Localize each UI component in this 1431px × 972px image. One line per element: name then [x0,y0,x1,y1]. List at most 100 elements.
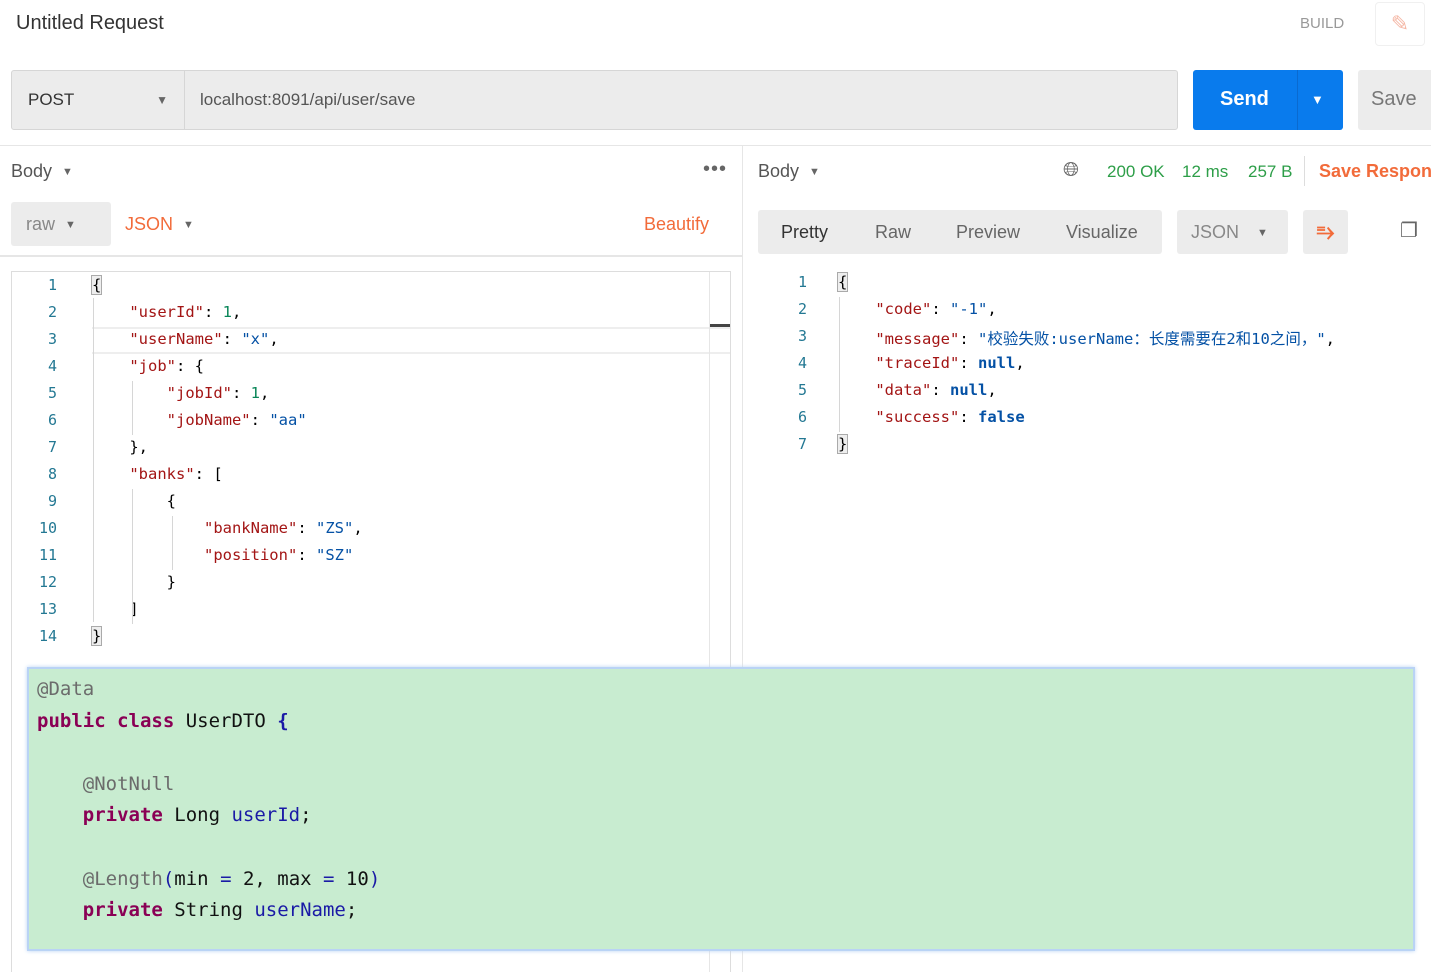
code-line: { [836,272,849,292]
code-token: "aa" [269,411,307,429]
more-options-icon[interactable]: ••• [703,158,727,181]
line-number: 4 [47,357,57,375]
build-mode-label[interactable]: BUILD [1300,15,1344,32]
code-token: , [353,519,363,537]
code-token: : [297,546,316,564]
globe-icon[interactable]: 🌐︎ [1063,159,1079,182]
code-token: "ZS" [315,519,354,537]
code-token: false [978,408,1025,426]
url-bar: POST ▼ localhost:8091/api/user/save [11,70,1178,130]
method-select[interactable]: POST ▼ [12,71,185,129]
code-token: @Data [37,678,95,700]
wrap-lines-icon[interactable]: ⥱ [1303,210,1348,254]
code-line: "code": "-1", [838,300,996,318]
code-line: private String userName; [37,899,358,922]
code-token: public [37,709,106,732]
beautify-button[interactable]: Beautify [644,214,709,235]
code-token: , [1325,330,1335,348]
send-options-chevron-icon[interactable]: ▼ [1311,92,1324,107]
code-token: class [117,709,175,732]
code-line: "jobId": 1, [92,384,270,402]
divider [1304,156,1305,186]
code-line: "success": false [838,408,1025,426]
code-token: "jobName" [166,411,251,429]
code-token: "bankName" [203,519,298,537]
java-code-overlay: @Data public class UserDTO { @NotNull pri… [27,667,1415,951]
code-token: }, [129,438,148,456]
response-view-tabs: Pretty Raw Preview Visualize [758,210,1162,254]
code-token: , [269,330,279,348]
code-line: }, [92,438,148,456]
code-token: ) [368,867,381,890]
status-code[interactable]: 200 OK [1107,162,1165,182]
response-format-select[interactable]: JSON ▼ [1177,210,1288,254]
response-size[interactable]: 257 B [1248,162,1292,182]
code-line: "jobName": "aa" [92,411,307,429]
response-format-value: JSON [1191,222,1240,242]
response-body-dropdown[interactable]: Body ▼ [758,161,820,182]
request-title[interactable]: Untitled Request [16,12,164,35]
code-token: , [260,384,270,402]
line-number: 12 [38,573,57,591]
request-body-dropdown[interactable]: Body ▼ [11,161,73,182]
chevron-down-icon: ▼ [809,166,820,178]
line-number: 6 [797,408,807,426]
code-line: } [90,626,103,646]
code-token: 1 [250,384,260,402]
body-mode-select[interactable]: raw ▼ [11,202,111,246]
code-token: : [959,408,978,426]
code-token: ; [345,899,358,922]
save-button[interactable]: Save [1358,70,1431,130]
save-response-button[interactable]: Save Response [1319,161,1431,182]
code-token: 2, max [231,867,324,890]
edit-button[interactable]: ✎ [1375,2,1425,46]
code-token: : [203,303,223,321]
tab-visualize[interactable]: Visualize [1066,222,1138,243]
code-token: private [82,804,163,827]
code-token: "data" [875,381,932,399]
code-token: min [174,867,221,890]
line-number: 14 [38,627,57,645]
divider [0,145,1431,146]
line-number: 13 [38,600,57,618]
line-number: 8 [47,465,57,483]
line-number: 1 [47,276,57,294]
send-button[interactable]: Send ▼ [1193,70,1343,130]
chevron-down-icon: ▼ [156,93,168,107]
code-token: "-1" [950,300,988,318]
code-line: { [90,275,103,295]
divider [0,255,742,257]
tab-preview[interactable]: Preview [956,222,1020,243]
code-token: "SZ" [315,546,354,564]
line-number: 5 [47,384,57,402]
code-token: { [166,492,176,510]
code-token: } [166,573,176,591]
indent-guide [132,489,133,624]
code-token: : [222,330,242,348]
code-line: "traceId": null, [838,354,1024,372]
tab-raw[interactable]: Raw [875,222,911,243]
response-time[interactable]: 12 ms [1182,162,1228,182]
code-line: { [92,492,176,510]
line-number: 3 [47,330,57,348]
code-token: UserDTO [174,709,278,732]
code-token: { [836,272,849,292]
code-token: "success" [875,408,960,426]
line-number: 3 [797,327,807,345]
tab-pretty[interactable]: Pretty [781,222,828,243]
code-token: , [232,303,242,321]
line-number: 5 [797,381,807,399]
indent-guide [93,298,94,622]
body-format-select[interactable]: JSON ▼ [125,214,194,235]
copy-icon[interactable]: ❐ [1400,218,1418,243]
line-number: 2 [47,303,57,321]
code-line: @Length(min = 2, max = 10) [37,867,381,890]
url-input[interactable]: localhost:8091/api/user/save [200,90,415,110]
